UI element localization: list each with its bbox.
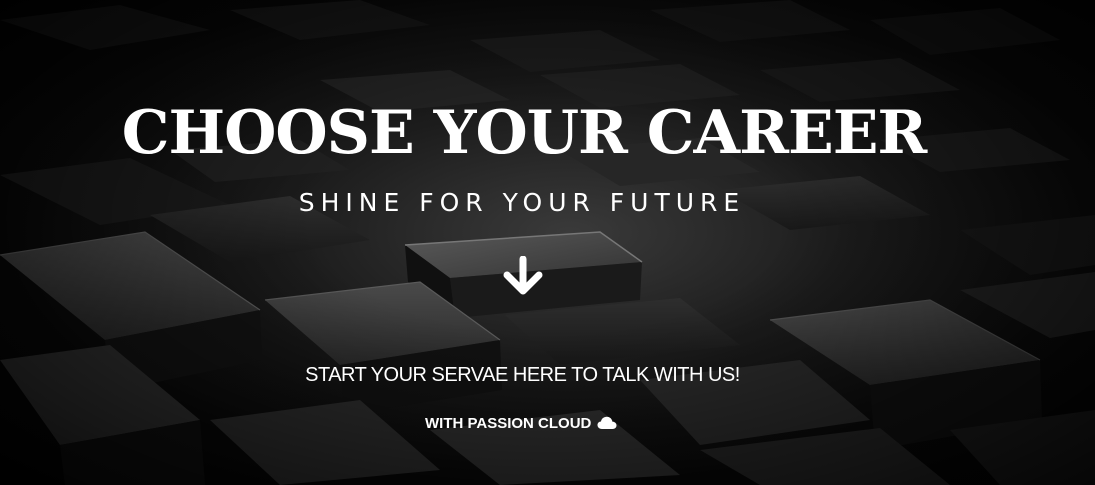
hero-section: CHOOSE YOUR CAREER SHINE FOR YOUR FUTURE… (0, 0, 1095, 485)
cta-text: START YOUR SERVAE HERE TO TALK WITH US! (305, 364, 740, 386)
page-subtitle: SHINE FOR YOUR FUTURE (298, 188, 746, 217)
arrow-down-icon[interactable] (501, 255, 545, 298)
hero-content: CHOOSE YOUR CAREER SHINE FOR YOUR FUTURE… (0, 0, 1095, 485)
page-title: CHOOSE YOUR CAREER (121, 98, 928, 168)
credit-text: WITH PASSION CLOUD (425, 414, 592, 432)
cloud-icon (597, 416, 617, 430)
credit-line: WITH PASSION CLOUD (425, 413, 617, 433)
